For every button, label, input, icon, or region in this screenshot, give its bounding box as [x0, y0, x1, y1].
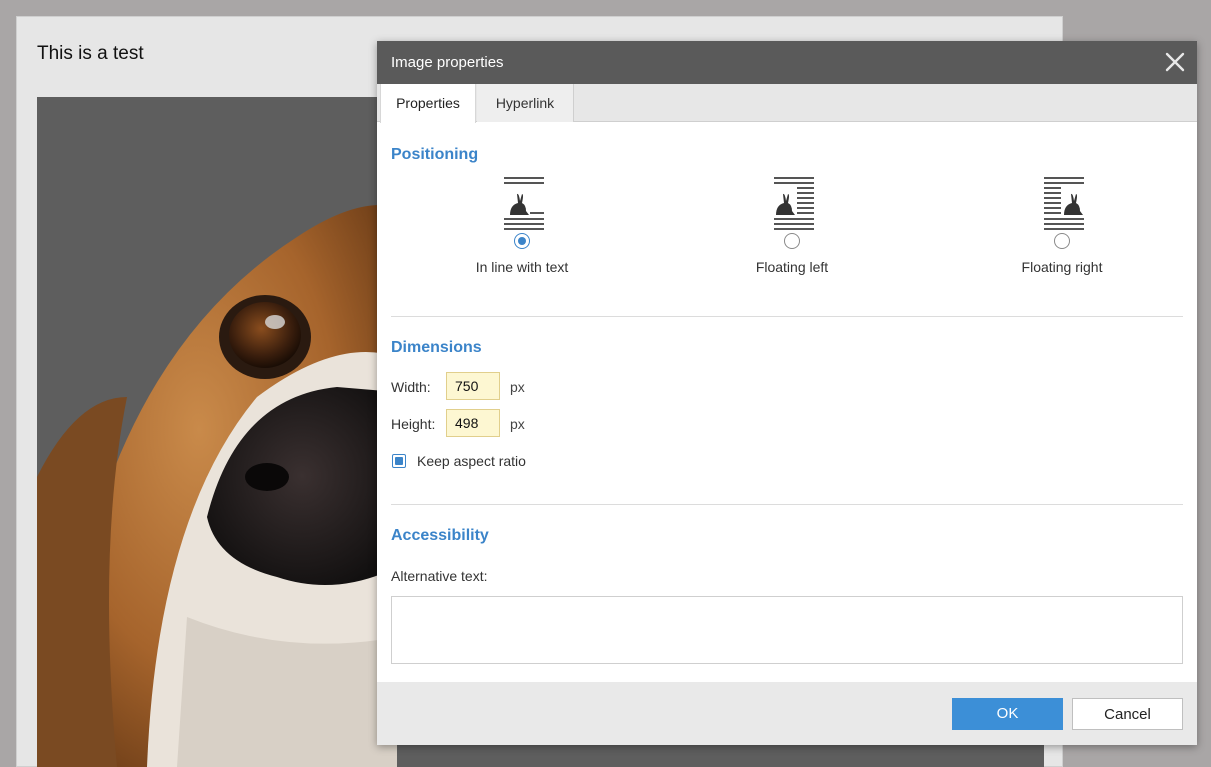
- dialog-tabs: Properties Hyperlink: [377, 84, 1197, 123]
- inline-image-icon: [504, 177, 544, 230]
- tab-hyperlink[interactable]: Hyperlink: [477, 84, 574, 122]
- dialog-title: Image properties: [391, 54, 504, 71]
- document-title[interactable]: This is a test: [37, 43, 144, 65]
- dialog-footer: OK Cancel: [377, 682, 1197, 745]
- close-icon[interactable]: [1161, 48, 1189, 76]
- width-unit: px: [510, 379, 525, 395]
- position-label-float-right: Floating right: [1021, 259, 1103, 275]
- position-option-inline[interactable]: In line with text: [412, 171, 632, 291]
- divider: [391, 316, 1183, 317]
- divider: [391, 504, 1183, 505]
- height-input[interactable]: [446, 409, 500, 437]
- position-option-float-right[interactable]: Floating right: [952, 171, 1172, 291]
- float-left-image-icon: [774, 177, 814, 230]
- ok-button[interactable]: OK: [952, 698, 1063, 730]
- keep-aspect-checkbox[interactable]: [392, 454, 406, 468]
- dialog-header: Image properties: [377, 41, 1197, 84]
- width-label: Width:: [391, 379, 431, 395]
- position-radio-float-left[interactable]: [784, 233, 800, 249]
- height-label: Height:: [391, 416, 436, 432]
- position-radio-inline[interactable]: [514, 233, 530, 249]
- position-option-float-left[interactable]: Floating left: [682, 171, 902, 291]
- cancel-button[interactable]: Cancel: [1072, 698, 1183, 730]
- position-label-inline: In line with text: [475, 259, 569, 275]
- alt-text-input[interactable]: [391, 596, 1183, 664]
- accessibility-heading: Accessibility: [391, 527, 489, 544]
- dimensions-heading: Dimensions: [391, 339, 482, 356]
- width-input[interactable]: [446, 372, 500, 400]
- positioning-heading: Positioning: [391, 146, 479, 163]
- image-properties-dialog: Image properties Properties Hyperlink Po…: [377, 41, 1197, 745]
- keep-aspect-label[interactable]: Keep aspect ratio: [417, 453, 526, 469]
- position-radio-float-right[interactable]: [1054, 233, 1070, 249]
- height-unit: px: [510, 416, 525, 432]
- position-label-float-left: Floating left: [755, 259, 829, 275]
- float-right-image-icon: [1044, 177, 1084, 230]
- alt-text-label: Alternative text:: [391, 568, 488, 584]
- tab-properties[interactable]: Properties: [380, 84, 476, 123]
